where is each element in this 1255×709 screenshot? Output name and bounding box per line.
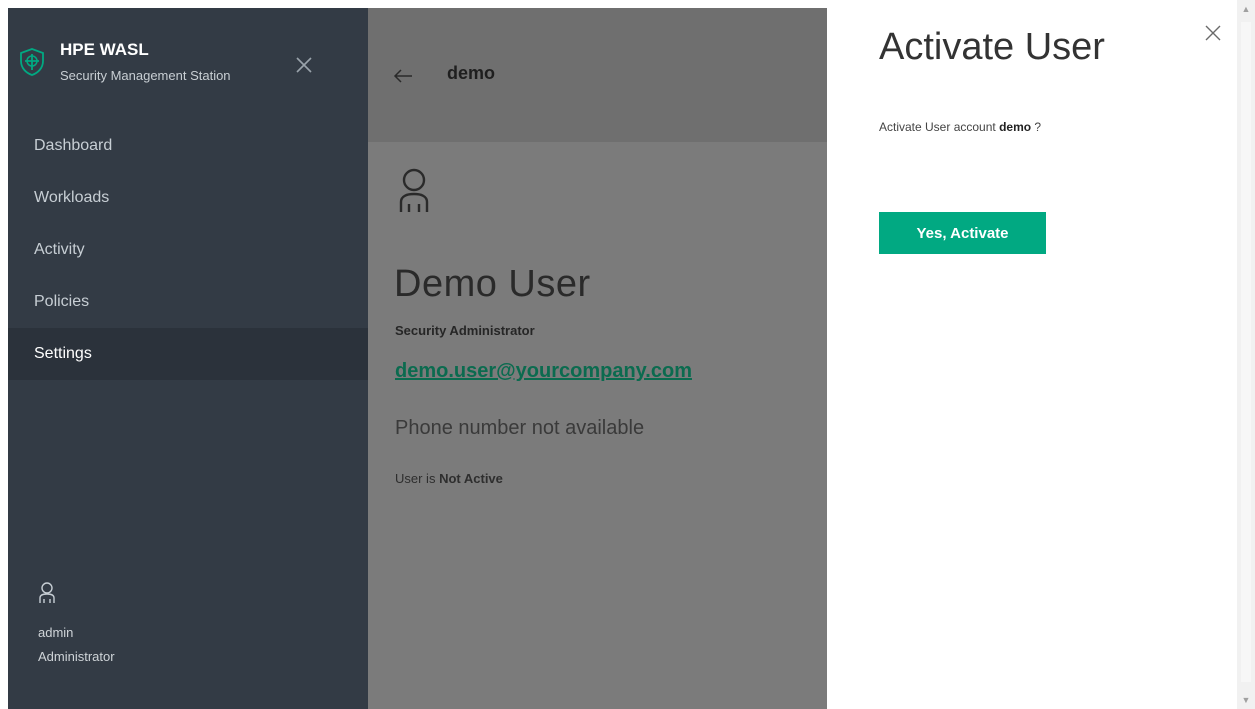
- activate-user-panel: Activate User Activate User account demo…: [827, 8, 1237, 709]
- page-title: demo: [447, 63, 496, 83]
- user-detail-page: demo Demo User Security Administrator de…: [368, 8, 827, 709]
- close-icon[interactable]: [292, 54, 316, 78]
- sidebar-item-policies[interactable]: Policies: [8, 276, 368, 328]
- user-full-name: Demo User: [394, 263, 591, 305]
- user-icon: [39, 582, 55, 603]
- scroll-down-icon[interactable]: ▼: [1237, 693, 1255, 707]
- shield-icon: [20, 48, 44, 76]
- status-value: Not Active: [439, 471, 503, 486]
- sidebar-item-settings[interactable]: Settings: [8, 328, 368, 380]
- yes-activate-button[interactable]: Yes, Activate: [879, 212, 1046, 254]
- user-icon: [399, 168, 429, 212]
- scrollbar[interactable]: ▲ ▼: [1237, 0, 1255, 709]
- prompt-prefix: Activate User account: [879, 120, 996, 134]
- user-role-title: Security Administrator: [395, 323, 535, 338]
- sidebar-item-activity[interactable]: Activity: [8, 224, 368, 276]
- page-header: demo: [368, 8, 827, 142]
- window-edge-left: [0, 0, 8, 709]
- window-edge-top: [8, 0, 1245, 8]
- sidebar-item-workloads[interactable]: Workloads: [8, 172, 368, 224]
- user-status: User is Not Active: [395, 471, 503, 486]
- sidebar-item-dashboard[interactable]: Dashboard: [8, 120, 368, 172]
- prompt-suffix: ?: [1034, 120, 1042, 134]
- sidebar: HPE WASL Security Management Station Das…: [8, 8, 368, 709]
- user-role: Administrator: [38, 649, 115, 664]
- sidebar-nav: Dashboard Workloads Activity Policies Se…: [8, 120, 368, 380]
- user-name: admin: [38, 625, 74, 640]
- brand-subtitle: Security Management Station: [60, 68, 231, 83]
- activate-prompt: Activate User account demo ?: [879, 120, 1041, 134]
- user-phone: Phone number not available: [395, 417, 645, 439]
- scroll-up-icon[interactable]: ▲: [1237, 2, 1255, 16]
- brand: HPE WASL Security Management Station: [20, 34, 320, 98]
- close-icon[interactable]: [1201, 22, 1225, 46]
- app-frame: HPE WASL Security Management Station Das…: [0, 0, 1255, 709]
- brand-title: HPE WASL: [60, 40, 149, 59]
- scrollbar-thumb[interactable]: [1241, 22, 1251, 682]
- prompt-user: demo: [999, 120, 1032, 134]
- status-prefix: User is: [395, 471, 436, 486]
- panel-title: Activate User: [879, 26, 1105, 68]
- user-email-link[interactable]: demo.user@yourcompany.com: [395, 360, 692, 383]
- current-user[interactable]: admin Administrator: [38, 582, 238, 664]
- arrow-left-icon[interactable]: [392, 65, 414, 87]
